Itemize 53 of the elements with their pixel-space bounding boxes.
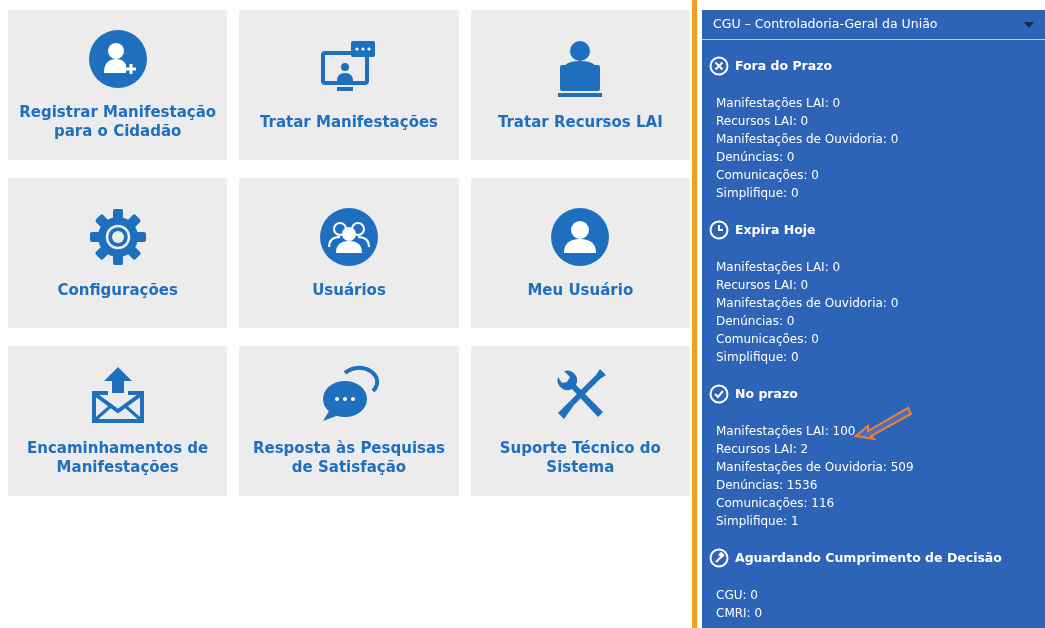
count-line: Denúncias: 0	[716, 149, 795, 166]
section-title: No prazo	[735, 384, 798, 403]
count-line: Manifestações LAI: 0	[716, 259, 841, 276]
count-line: Simplifique: 0	[716, 349, 799, 366]
gear-icon	[87, 206, 148, 267]
tile-label: Tratar Recursos LAI	[497, 112, 663, 132]
count-line: Manifestações de Ouvidoria: 509	[716, 459, 914, 476]
menu-tile[interactable]: Meu Usuário	[470, 178, 690, 328]
section-title: Aguardando Cumprimento de Decisão	[735, 548, 1002, 567]
arrow-annotation-icon	[854, 404, 912, 440]
count-line: Simplifique: 0	[716, 185, 799, 202]
section-title: Fora do Prazo	[735, 56, 833, 75]
count-line: CMRI: 0	[716, 605, 763, 622]
close-circle-icon	[709, 56, 729, 76]
count-line: Manifestações de Ouvidoria: 0	[716, 131, 899, 148]
count-line: CGU: 0	[716, 587, 758, 604]
user-add-icon	[87, 29, 148, 89]
count-line: Comunicações: 116	[716, 495, 835, 512]
count-line: Denúncias: 0	[716, 313, 795, 330]
count-line: Denúncias: 1536	[716, 477, 818, 494]
count-line: Comunicações: 0	[716, 167, 819, 184]
menu-tile[interactable]: Tratar Recursos LAI	[470, 10, 690, 160]
tile-label: Meu Usuário	[527, 280, 634, 300]
organization-select[interactable]: CGU – Controladoria-Geral da União	[702, 10, 1045, 40]
section-title: Expira Hoje	[735, 220, 816, 239]
tile-label: Usuários	[312, 280, 386, 300]
count-line: Recursos LAI: 0	[716, 277, 809, 294]
user-icon	[550, 206, 611, 267]
count-line: Recursos LAI: 0	[716, 113, 809, 130]
menu-tile[interactable]: Tratar Manifestações	[239, 10, 459, 160]
check-circle-icon	[709, 384, 729, 404]
count-line: Manifestações LAI: 0	[716, 95, 841, 112]
count-line: Manifestações de Ouvidoria: 0	[716, 295, 899, 312]
count-line: Simplifique: 1	[716, 513, 799, 530]
count-line: Comunicações: 0	[716, 331, 819, 348]
tile-label: Tratar Manifestações	[259, 112, 439, 132]
tile-label: Resposta às Pesquisas de Satisfação	[251, 439, 446, 477]
tile-label: Suporte Técnico do Sistema	[498, 439, 662, 477]
menu-tile[interactable]: Suporte Técnico do Sistema	[470, 346, 690, 496]
menu-tile[interactable]: Encaminhamentos de Manifestações	[8, 346, 228, 496]
tile-label: Encaminhamentos de Manifestações	[26, 439, 210, 477]
users-icon	[319, 206, 379, 267]
gavel-icon	[709, 548, 729, 568]
menu-tile[interactable]: Registrar Manifestação para o Cidadão	[8, 10, 228, 160]
tile-label: Registrar Manifestação para o Cidadão	[18, 103, 218, 141]
menu-tile[interactable]: Configurações	[8, 178, 228, 328]
count-line: Recursos LAI: 2	[716, 441, 809, 458]
count-line: Manifestações LAI: 100	[716, 423, 856, 440]
caret-icon	[1024, 21, 1034, 28]
tile-label: Configurações	[57, 280, 178, 300]
menu-tile[interactable]: Usuários	[239, 178, 459, 328]
clock-icon	[709, 220, 729, 240]
menu-tile[interactable]: Resposta às Pesquisas de Satisfação	[239, 346, 459, 496]
